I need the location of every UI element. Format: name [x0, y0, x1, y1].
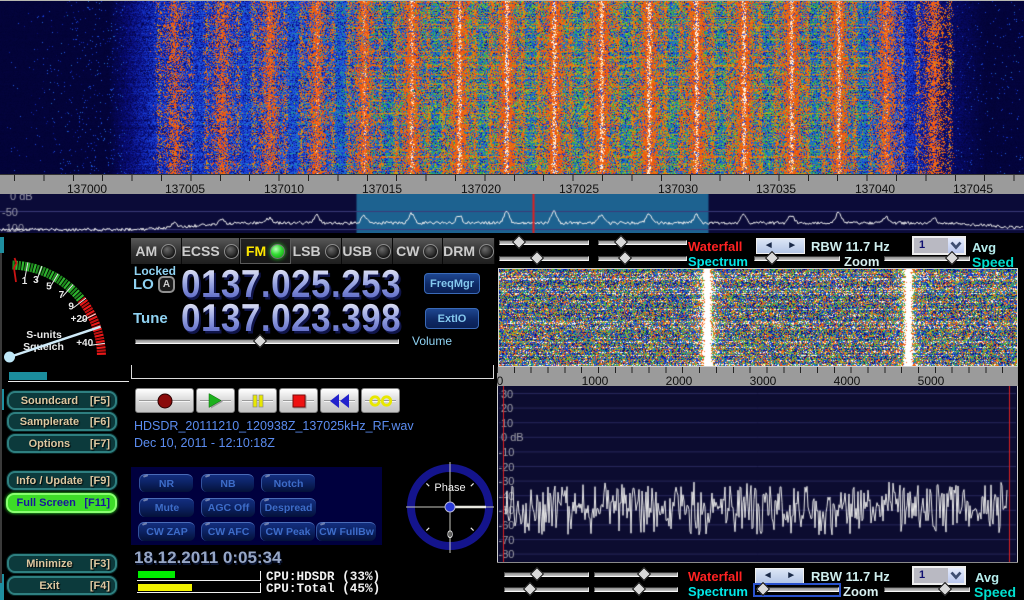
svg-text:+20: +20	[71, 314, 88, 325]
svg-text:S-units: S-units	[26, 329, 62, 341]
svg-text:1: 1	[22, 276, 28, 287]
svg-text:7: 7	[59, 290, 65, 301]
svg-text:Phase: Phase	[434, 482, 465, 494]
svg-text:3: 3	[33, 275, 39, 286]
svg-text:+40: +40	[76, 338, 93, 349]
svg-text:9: 9	[68, 302, 74, 313]
svg-text:0: 0	[447, 529, 453, 541]
svg-text:5: 5	[46, 281, 52, 292]
